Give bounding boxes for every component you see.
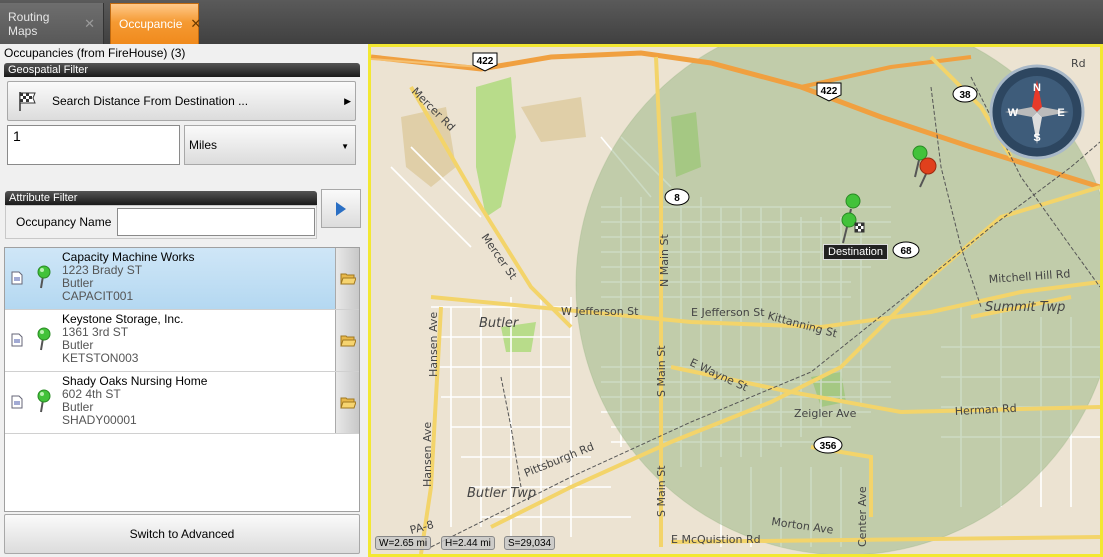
- svg-text:N Main St: N Main St: [658, 234, 671, 287]
- svg-text:W Jefferson St: W Jefferson St: [561, 305, 639, 318]
- tab-bar: Routing Maps ✕ Occupancie ✕: [0, 0, 1103, 44]
- switch-to-advanced-button[interactable]: Switch to Advanced: [4, 514, 360, 554]
- chevron-right-icon: ▶: [344, 96, 351, 106]
- route-8-shield: 8: [664, 188, 690, 206]
- svg-text:Summit Twp: Summit Twp: [985, 300, 1065, 315]
- svg-text:Rd: Rd: [1071, 57, 1086, 70]
- destination-label: Destination: [823, 244, 889, 260]
- svg-text:Zeigler Ave: Zeigler Ave: [794, 407, 857, 420]
- document-icon: [11, 271, 23, 285]
- occupancy-name-input[interactable]: [117, 208, 315, 236]
- attribute-filter-box: Occupancy Name: [5, 205, 317, 239]
- park-area: [476, 77, 516, 217]
- svg-text:E McQuistion Rd: E McQuistion Rd: [671, 533, 761, 546]
- route-356-shield: 356: [813, 436, 843, 454]
- svg-text:S: S: [1033, 132, 1040, 144]
- occupancy-code: CAPACIT001: [62, 289, 134, 303]
- map-height-readout: H=2.44 mi: [441, 536, 495, 550]
- distance-input[interactable]: 1: [7, 125, 180, 165]
- green-pin-icon: [37, 389, 51, 413]
- chevron-down-icon: ▼: [341, 142, 349, 151]
- search-distance-button[interactable]: Search Distance From Destination ... ▶: [7, 81, 356, 121]
- svg-text:422: 422: [477, 56, 494, 67]
- occupancy-name-label: Occupancy Name: [16, 215, 112, 229]
- folder-icon: [339, 335, 356, 347]
- svg-text:W: W: [1008, 107, 1019, 119]
- checkered-flag-icon: [19, 92, 36, 111]
- map-canvas[interactable]: 422 422 38 8 68 356 Mercer Rd Mercer St …: [371, 47, 1100, 554]
- svg-text:S Main St: S Main St: [655, 345, 668, 397]
- unit-select-value: Miles: [189, 138, 218, 152]
- svg-text:422: 422: [821, 86, 838, 97]
- tab-routing-maps[interactable]: Routing Maps ✕: [0, 3, 104, 44]
- route-38-shield: 38: [952, 85, 978, 103]
- occupancy-panel: Occupancies (from FireHouse) (3) Geospat…: [0, 44, 366, 557]
- svg-text:Center Ave: Center Ave: [856, 486, 869, 547]
- green-pin-icon: [37, 327, 51, 351]
- folder-icon: [339, 273, 356, 285]
- occupancy-list-item[interactable]: Keystone Storage, Inc. 1361 3rd ST Butle…: [5, 310, 359, 372]
- svg-text:Hansen Ave: Hansen Ave: [427, 312, 440, 377]
- close-icon[interactable]: ✕: [84, 16, 95, 32]
- document-icon: [11, 333, 23, 347]
- compass-icon[interactable]: N S E W: [989, 64, 1085, 160]
- checkered-flag-icon: [854, 222, 865, 233]
- occupancy-code: SHADY00001: [62, 413, 137, 427]
- svg-text:Butler: Butler: [479, 316, 520, 331]
- attribute-filter-header: Attribute Filter: [5, 191, 317, 205]
- map-width-readout: W=2.65 mi: [375, 536, 432, 550]
- map-view[interactable]: 422 422 38 8 68 356 Mercer Rd Mercer St …: [368, 44, 1103, 557]
- play-arrow-icon: [336, 201, 346, 216]
- apply-filter-button[interactable]: [321, 189, 361, 228]
- land-area: [521, 97, 586, 142]
- open-folder-button[interactable]: [335, 372, 359, 433]
- tab-label: Routing Maps: [8, 9, 50, 38]
- svg-text:68: 68: [900, 246, 912, 257]
- svg-text:8: 8: [674, 193, 680, 204]
- highway-lane: [371, 58, 482, 68]
- geospatial-filter-header: Geospatial Filter: [4, 63, 360, 77]
- occupancy-list-item[interactable]: Capacity Machine Works 1223 Brady ST But…: [5, 248, 359, 310]
- document-icon: [11, 395, 23, 409]
- occupancy-list-item[interactable]: Shady Oaks Nursing Home 602 4th ST Butle…: [5, 372, 359, 434]
- svg-text:S Main St: S Main St: [655, 465, 668, 517]
- svg-text:38: 38: [959, 90, 971, 101]
- svg-text:Pittsburgh Rd: Pittsburgh Rd: [522, 440, 596, 480]
- open-folder-button[interactable]: [335, 248, 359, 309]
- search-button-label: Search Distance From Destination ...: [52, 94, 249, 108]
- panel-title: Occupancies (from FireHouse) (3): [4, 46, 186, 60]
- tab-label: Occupancie: [119, 17, 183, 31]
- close-icon[interactable]: ✕: [190, 16, 201, 32]
- svg-text:N: N: [1033, 82, 1041, 94]
- svg-text:PA-8: PA-8: [408, 518, 435, 537]
- map-scale-readout: S=29,034: [504, 536, 556, 550]
- route-68-shield: 68: [892, 241, 920, 259]
- svg-text:E Jefferson St: E Jefferson St: [691, 306, 765, 319]
- occupancy-list: Capacity Machine Works 1223 Brady ST But…: [4, 247, 360, 512]
- open-folder-button[interactable]: [335, 310, 359, 371]
- tab-occupancies[interactable]: Occupancie ✕: [110, 3, 201, 44]
- svg-text:E: E: [1057, 107, 1064, 119]
- svg-text:Butler Twp: Butler Twp: [467, 486, 536, 501]
- green-pin-icon: [37, 265, 51, 289]
- folder-icon: [339, 397, 356, 409]
- distance-unit-select[interactable]: Miles ▼: [184, 125, 356, 165]
- occupancy-code: KETSTON003: [62, 351, 139, 365]
- svg-text:Hansen Ave: Hansen Ave: [421, 422, 434, 487]
- svg-text:356: 356: [820, 441, 837, 452]
